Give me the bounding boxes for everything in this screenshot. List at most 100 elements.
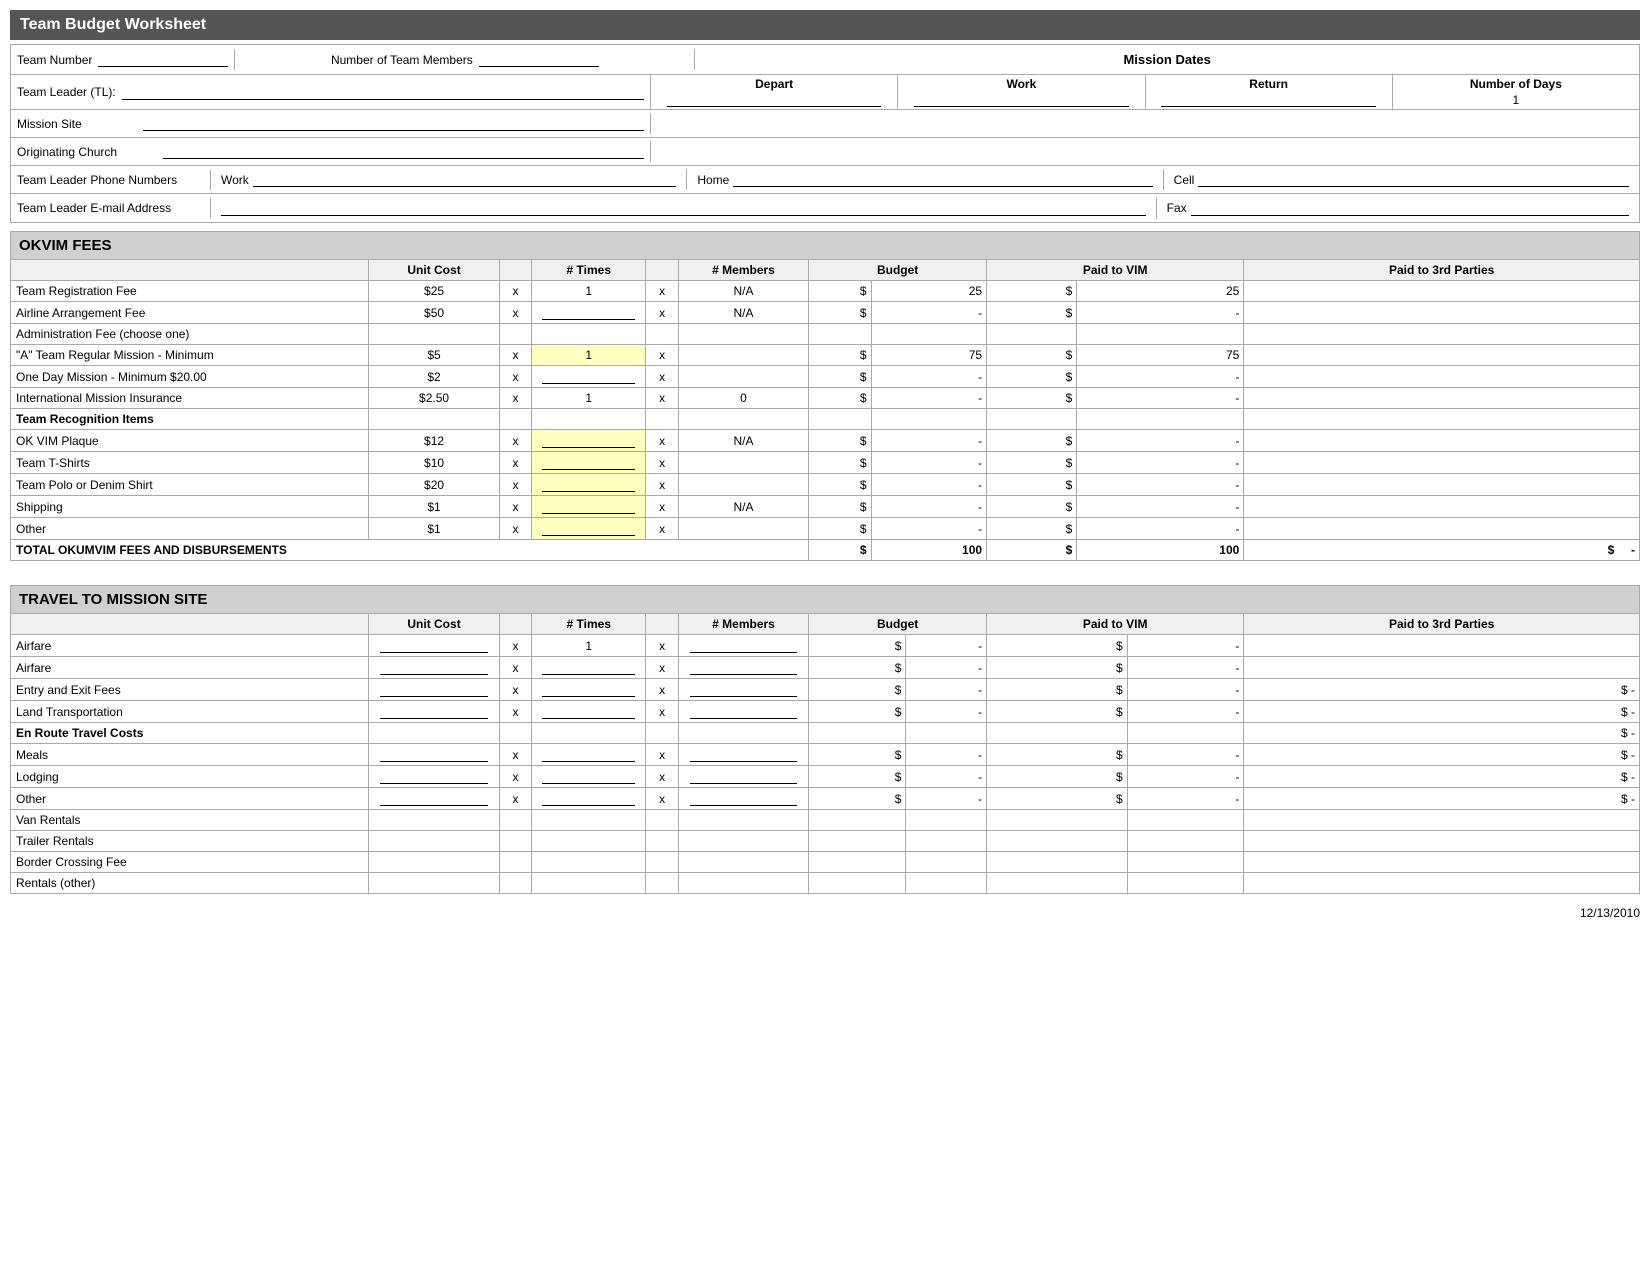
travel-unit-3[interactable] (369, 701, 499, 723)
travel-x1-11 (499, 873, 532, 894)
okvim-x2-3: x (646, 345, 679, 366)
travel-col-members: # Members (678, 614, 808, 635)
travel-times-input-1[interactable] (542, 660, 635, 675)
okvim-col-x2 (646, 260, 679, 281)
okvim-vim-dollar-4: $ (987, 366, 1077, 388)
travel-unit-1[interactable] (369, 657, 499, 679)
okvim-times-9[interactable] (532, 474, 646, 496)
travel-x1-3: x (499, 701, 532, 723)
okvim-times-11[interactable] (532, 518, 646, 540)
okvim-times-3: 1 (532, 345, 646, 366)
team-number-input[interactable] (98, 52, 228, 67)
mission-site-input[interactable] (143, 116, 644, 131)
travel-unit-6[interactable] (369, 766, 499, 788)
okvim-vim-dollar-0: $ (987, 281, 1077, 302)
travel-unit-input-7[interactable] (380, 791, 487, 806)
okvim-times-input-7[interactable] (542, 433, 635, 448)
travel-times-input-3[interactable] (542, 704, 635, 719)
travel-unit-7[interactable] (369, 788, 499, 810)
okvim-times-7[interactable] (532, 430, 646, 452)
travel-members-0[interactable] (678, 635, 808, 657)
travel-col-x1 (499, 614, 532, 635)
travel-unit-0[interactable] (369, 635, 499, 657)
okvim-times-input-8[interactable] (542, 455, 635, 470)
travel-third-2: $ - (1244, 679, 1640, 701)
travel-members-input-3[interactable] (690, 704, 797, 719)
travel-times-input-7[interactable] (542, 791, 635, 806)
originating-church-input[interactable] (163, 144, 644, 159)
team-leader-input[interactable] (122, 85, 644, 100)
cell-phone-input[interactable] (1198, 172, 1629, 187)
travel-members-input-5[interactable] (690, 747, 797, 762)
travel-members-6[interactable] (678, 766, 808, 788)
travel-members-input-1[interactable] (690, 660, 797, 675)
okvim-members-10: N/A (678, 496, 808, 518)
team-number-label: Team Number (17, 53, 92, 67)
travel-times-input-6[interactable] (542, 769, 635, 784)
travel-unit-input-5[interactable] (380, 747, 487, 762)
fax-input[interactable] (1191, 201, 1629, 216)
travel-members-3[interactable] (678, 701, 808, 723)
okvim-times-4[interactable] (532, 366, 646, 388)
travel-members-7[interactable] (678, 788, 808, 810)
okvim-vim-3: 75 (1077, 345, 1244, 366)
travel-unit-input-1[interactable] (380, 660, 487, 675)
okvim-times-10[interactable] (532, 496, 646, 518)
okvim-third-5 (1244, 388, 1640, 409)
travel-row-label-0: Airfare (11, 635, 369, 657)
travel-row-label-10: Border Crossing Fee (11, 852, 369, 873)
email-input[interactable] (221, 201, 1146, 216)
team-members-input[interactable] (479, 52, 599, 67)
okvim-third-2 (1244, 324, 1640, 345)
okvim-members-3 (678, 345, 808, 366)
okvim-x1-7: x (499, 430, 532, 452)
okvim-total-third: $ - (1244, 540, 1640, 561)
footer-date: 12/13/2010 (10, 906, 1640, 920)
travel-members-5[interactable] (678, 744, 808, 766)
okvim-vim-0: 25 (1077, 281, 1244, 302)
okvim-vim-dollar-10: $ (987, 496, 1077, 518)
okvim-times-input-1[interactable] (542, 305, 635, 320)
okvim-x2-0: x (646, 281, 679, 302)
travel-times-input-5[interactable] (542, 747, 635, 762)
okvim-times-input-9[interactable] (542, 477, 635, 492)
travel-vim-dollar-6: $ (987, 766, 1128, 788)
okvim-x1-10: x (499, 496, 532, 518)
okvim-members-8 (678, 452, 808, 474)
travel-members-1[interactable] (678, 657, 808, 679)
phone-numbers-label: Team Leader Phone Numbers (17, 173, 177, 187)
okvim-row-label-9: Team Polo or Denim Shirt (11, 474, 369, 496)
work-phone-input[interactable] (253, 172, 677, 187)
travel-members-input-0[interactable] (690, 638, 797, 653)
okvim-times-input-4[interactable] (542, 369, 635, 384)
travel-unit-input-3[interactable] (380, 704, 487, 719)
travel-times-1 (532, 657, 646, 679)
okvim-col-unit: Unit Cost (369, 260, 499, 281)
travel-unit-input-6[interactable] (380, 769, 487, 784)
travel-unit-input-0[interactable] (380, 638, 487, 653)
okvim-third-7 (1244, 430, 1640, 452)
home-phone-input[interactable] (733, 172, 1152, 187)
travel-times-input-2[interactable] (542, 682, 635, 697)
team-members-label: Number of Team Members (331, 53, 473, 67)
okvim-times-1[interactable] (532, 302, 646, 324)
travel-members-input-6[interactable] (690, 769, 797, 784)
travel-members-input-7[interactable] (690, 791, 797, 806)
travel-row-label-6: Lodging (11, 766, 369, 788)
travel-members-input-2[interactable] (690, 682, 797, 697)
travel-unit-2[interactable] (369, 679, 499, 701)
travel-x1-9 (499, 831, 532, 852)
okvim-times-8[interactable] (532, 452, 646, 474)
travel-times-4 (532, 723, 646, 744)
travel-unit-input-2[interactable] (380, 682, 487, 697)
mission-site-label: Mission Site (17, 117, 137, 131)
okvim-third-6 (1244, 409, 1640, 430)
travel-unit-5[interactable] (369, 744, 499, 766)
okvim-times-input-10[interactable] (542, 499, 635, 514)
travel-row-label-4: En Route Travel Costs (11, 723, 369, 744)
okvim-times-input-11[interactable] (542, 521, 635, 536)
travel-members-2[interactable] (678, 679, 808, 701)
travel-vim-dollar-9 (987, 831, 1128, 852)
okvim-row-label-4: One Day Mission - Minimum $20.00 (11, 366, 369, 388)
travel-budget-0: - (906, 635, 987, 657)
